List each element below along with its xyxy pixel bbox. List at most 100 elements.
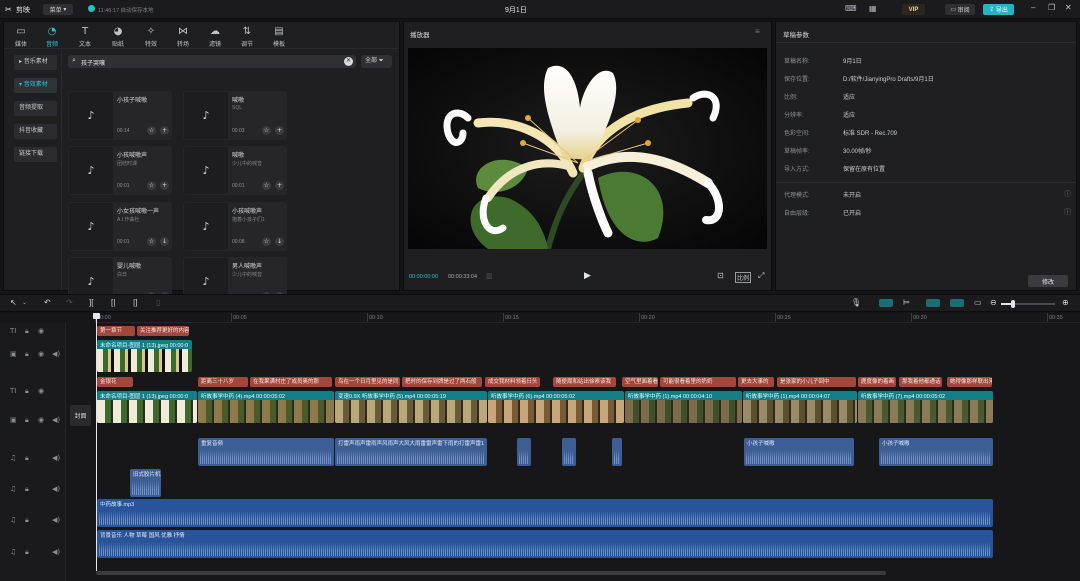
player-menu-icon[interactable]: ≡	[755, 27, 760, 36]
text-clip[interactable]: 更去大事的	[738, 377, 774, 387]
video-clip[interactable]: 未命名项目-图层 1 (13).jpeg 00:00:0	[97, 391, 197, 423]
mute-icon[interactable]: ◀)	[52, 454, 60, 462]
split-icon[interactable]: ][	[89, 298, 93, 307]
undo-icon[interactable]: ↶	[44, 298, 51, 307]
cover-button[interactable]: 封面	[70, 405, 91, 426]
sound-card[interactable]: ♪ 喊嗷 少儿中的喊音 00:01 ☆ +	[183, 146, 287, 195]
tab-transition[interactable]: ⋈ 转场	[170, 25, 196, 55]
search-box[interactable]: ⌕ 孩子哭嚷 ✕	[68, 55, 356, 68]
export-button[interactable]: ⇪ 导出	[983, 4, 1014, 15]
info-icon[interactable]: ⓘ	[1064, 207, 1071, 217]
tab-text[interactable]: T 文本	[72, 25, 98, 55]
text-clip[interactable]: 那我着他都通话	[899, 377, 942, 387]
audio-clip[interactable]	[517, 438, 531, 466]
favorite-star-icon[interactable]: ☆	[262, 126, 271, 135]
filter-dropdown[interactable]: 全部 ⏷	[361, 55, 392, 68]
sound-card[interactable]: ♪ 小女孩喊嗷一声 A.I.作曲社 00:01 ☆ ↓	[68, 202, 172, 251]
video-clip[interactable]: 听故事学中药 (1).mp4 00:00:04:10	[625, 391, 742, 423]
add-icon[interactable]: +	[160, 126, 169, 135]
zoom-in-icon[interactable]: ⊕	[1062, 298, 1069, 307]
audio-clip[interactable]: 旧式胶片机	[130, 469, 161, 497]
favorite-star-icon[interactable]: ☆	[147, 181, 156, 190]
sidebar-item-extract[interactable]: 音频提取	[14, 101, 57, 116]
sound-card[interactable]: ♪ 小孩子喊嗷 00:14 ☆ +	[68, 91, 172, 140]
add-icon[interactable]: +	[275, 126, 284, 135]
tab-effects[interactable]: ✧ 特效	[138, 25, 164, 55]
clear-search-icon[interactable]: ✕	[344, 57, 353, 66]
favorite-star-icon[interactable]: ☆	[147, 237, 156, 246]
text-clip[interactable]: 是张家的小儿子回中	[777, 377, 856, 387]
select-tool-icon[interactable]: ↖	[10, 298, 17, 307]
mute-icon[interactable]: ◀)	[52, 516, 60, 524]
main-track-magnet-icon[interactable]	[879, 299, 893, 307]
mute-icon[interactable]: ◀)	[52, 350, 60, 358]
audio-clip[interactable]	[562, 438, 576, 466]
tab-template[interactable]: ▤ 模板	[266, 25, 292, 55]
zoom-slider[interactable]	[1001, 300, 1055, 308]
audio-clip[interactable]: 打雷声雨声雷雨声风雨声大风大雨雷雷声雷下雨的打雷声雷1	[335, 438, 487, 466]
text-clip[interactable]: 成交我材料领着日头	[485, 377, 540, 387]
video-clip[interactable]: 听故事学中药 (1).mp4 00:00:04:07	[743, 391, 857, 423]
review-button[interactable]: ▭ 审阅	[945, 4, 975, 15]
horizontal-scrollbar[interactable]	[96, 571, 886, 575]
text-clip[interactable]: 把时的保存到牌是过了两石般	[402, 377, 482, 387]
sidebar-item-link-download[interactable]: 链接下载	[14, 147, 57, 162]
favorite-star-icon[interactable]: ☆	[147, 126, 156, 135]
download-icon[interactable]: ↓	[275, 237, 284, 246]
split-left-icon[interactable]: [|	[111, 298, 115, 307]
shortcut-icon[interactable]: ⌨	[845, 4, 857, 13]
text-clip[interactable]: 空气里面着看的	[622, 377, 658, 387]
add-icon[interactable]: +	[275, 181, 284, 190]
microphone-icon[interactable]: 🎙	[851, 298, 861, 307]
zoom-out-icon[interactable]: ⊖	[990, 298, 997, 307]
audio-clip[interactable]	[612, 438, 622, 466]
video-clip[interactable]: 未命名项目-图层 1 (13).jpeg 00:00:0	[97, 340, 192, 372]
fullscreen-icon[interactable]: ⤢	[758, 271, 764, 281]
tab-adjust[interactable]: ⇅ 调节	[234, 25, 260, 55]
music-clip[interactable]: 中药故事.mp3	[97, 499, 993, 527]
play-icon[interactable]: ▶	[584, 271, 591, 281]
lock-icon[interactable]: 🔒︎	[25, 454, 29, 463]
favorite-star-icon[interactable]: ☆	[262, 237, 271, 246]
timeline-view-icon[interactable]: ▥	[486, 272, 493, 280]
text-clip[interactable]: 可能很看着里的奶奶	[660, 377, 736, 387]
preview-axis-icon[interactable]	[950, 299, 964, 307]
search-input[interactable]: 孩子哭嚷	[81, 58, 105, 67]
audio-clip[interactable]: 小孩子喊嗷	[744, 438, 854, 466]
text-clip[interactable]: 第一章节	[97, 326, 135, 336]
minimize-icon[interactable]: –	[1031, 3, 1035, 12]
lock-icon[interactable]: 🔒︎	[25, 548, 29, 557]
eye-icon[interactable]: ◉	[38, 327, 44, 335]
vip-button[interactable]: VIP	[902, 4, 925, 15]
eye-icon[interactable]: ◉	[38, 387, 44, 395]
text-clip[interactable]: 鹿度像的着画	[858, 377, 896, 387]
auto-snap-icon[interactable]: ⊨	[903, 298, 910, 307]
text-clip[interactable]: 随便周和站出徐察该我	[553, 377, 616, 387]
mute-icon[interactable]: ◀)	[52, 416, 60, 424]
modify-button[interactable]: 修改	[1028, 275, 1068, 287]
menu-button[interactable]: 菜单 ▾	[43, 4, 73, 15]
text-clip[interactable]: 在我果满村庄了成员奥的那	[250, 377, 332, 387]
ratio-icon[interactable]: 比例	[735, 272, 752, 283]
music-clip[interactable]: 背景音乐 人物 草莓 国风 优雅 抒情	[97, 530, 993, 558]
lock-icon[interactable]: 🔒︎	[25, 387, 29, 396]
audio-clip[interactable]: 小孩子喊嗷	[879, 438, 993, 466]
sidebar-item-music[interactable]: ▸ 音乐素材	[14, 55, 57, 70]
sound-card[interactable]: ♪ 小孩喊嗷声 团结时课 00:01 ☆ +	[68, 146, 172, 195]
playhead[interactable]	[96, 315, 97, 571]
sidebar-item-douyin-favorites[interactable]: 抖音收藏	[14, 124, 57, 139]
mute-icon[interactable]: ◀)	[52, 548, 60, 556]
fullscreen-focus-icon[interactable]: ⊡	[717, 271, 724, 280]
tab-sticker[interactable]: ◕ 贴纸	[105, 25, 131, 55]
audio-clip[interactable]: 重复音频	[198, 438, 334, 466]
sidebar-item-sound-effects[interactable]: ▾ 音效素材	[14, 78, 57, 93]
text-clip[interactable]: 距离三十八岁	[198, 377, 248, 387]
favorite-star-icon[interactable]: ☆	[262, 181, 271, 190]
video-clip[interactable]: 听故事学中药 (6).mp4 00:00:05:02	[488, 391, 624, 423]
layout-icon[interactable]: ▦	[869, 4, 877, 13]
maximize-icon[interactable]: ❐	[1048, 3, 1055, 12]
screen-icon[interactable]: ▭	[974, 298, 982, 307]
text-clip[interactable]: 她得像那样联出来	[947, 377, 992, 387]
video-clip[interactable]: 听故事学中药 (4).mp4 00:00:05:02	[198, 391, 334, 423]
zoom-slider-handle[interactable]	[1011, 300, 1015, 308]
